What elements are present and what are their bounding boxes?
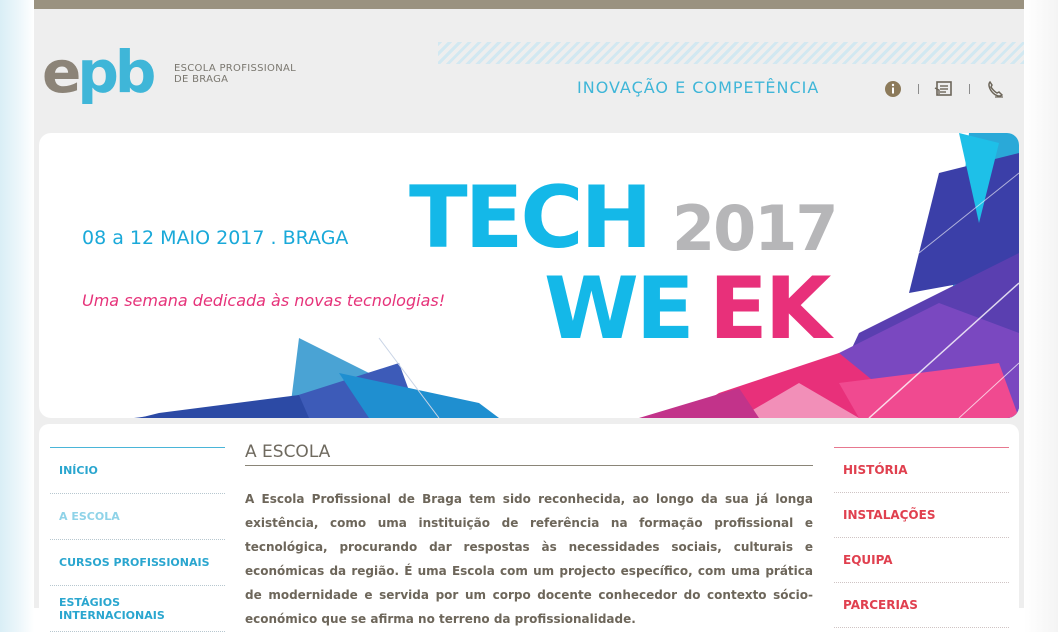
left-nav-item-inicio[interactable]: INÍCIO [50,448,225,494]
separator [918,84,919,94]
school-name-line2: DE BRAGA [174,74,229,85]
page: epb ESCOLA PROFISSIONAL DE BRAGA INOVAÇÃ… [34,0,1024,632]
left-nav: INÍCIO A ESCOLA CURSOS PROFISSIONAIS EST… [50,447,225,632]
left-nav-item-a-escola[interactable]: A ESCOLA [50,494,225,540]
contact-card-icon[interactable] [933,78,955,100]
top-bar [34,0,1024,9]
content-area: INÍCIO A ESCOLA CURSOS PROFISSIONAIS EST… [39,424,1019,632]
phone-icon[interactable] [984,78,1006,100]
info-icon[interactable] [882,78,904,100]
svg-text:epb: epb [42,40,154,106]
tagline: INOVAÇÃO E COMPETÊNCIA [577,78,820,97]
decorative-stripes [438,42,1024,64]
right-nav: HISTÓRIA INSTALAÇÕES EQUIPA PARCERIAS [834,447,1009,628]
title-tech: TECH [409,168,650,268]
school-name-line1: ESCOLA PROFISSIONAL [174,63,296,74]
tech-week-banner[interactable]: TECH 2017 WE EK 08 a 12 MAIO 2017 . BRAG… [39,133,1019,418]
title-week-ek: EK [709,259,835,359]
title-year: 2017 [672,192,837,265]
article-body: A Escola Profissional de Braga tem sido … [245,492,813,626]
banner-artwork: TECH 2017 WE EK [134,133,1019,418]
event-date: 08 a 12 MAIO 2017 . BRAGA [82,227,349,249]
main-article: A ESCOLA A Escola Profissional de Braga … [245,442,813,631]
header-icons [882,78,1006,100]
right-nav-item-parcerias[interactable]: PARCERIAS [834,583,1009,628]
event-subtitle: Uma semana dedicada às novas tecnologias… [82,291,446,310]
left-nav-item-cursos[interactable]: CURSOS PROFISSIONAIS [50,540,225,586]
page-title: A ESCOLA [245,442,813,466]
right-nav-item-historia[interactable]: HISTÓRIA [834,448,1009,493]
right-nav-item-instalacoes[interactable]: INSTALAÇÕES [834,493,1009,538]
school-name: ESCOLA PROFISSIONAL DE BRAGA [174,63,296,85]
separator [969,84,970,94]
left-nav-item-estagios[interactable]: ESTÁGIOS INTERNACIONAIS [50,586,225,632]
title-week-we: WE [544,259,692,359]
right-nav-item-equipa[interactable]: EQUIPA [834,538,1009,583]
